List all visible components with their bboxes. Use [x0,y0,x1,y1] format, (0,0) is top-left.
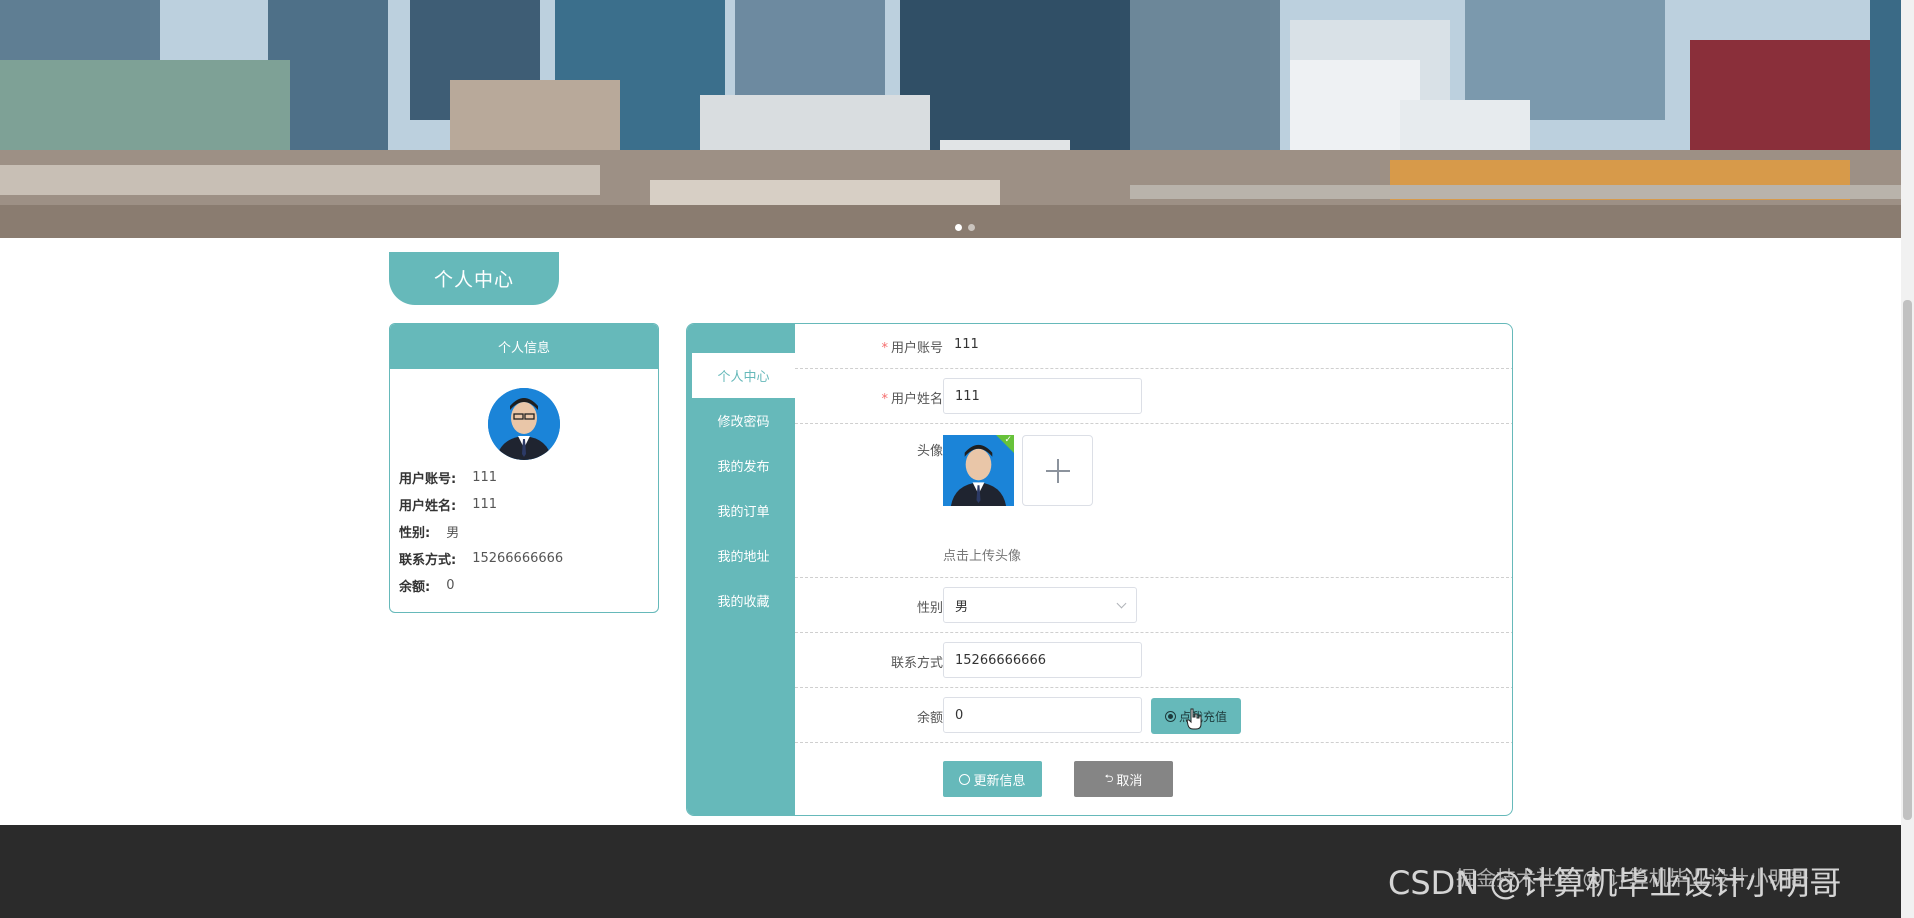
info-label: 用户账号: [399,472,457,487]
required-mark: * [881,392,888,407]
avatar-thumbnail[interactable]: ✓ [943,435,1014,506]
info-row-name: 用户姓名: 111 [399,491,563,518]
check-icon: ✓ [1004,435,1012,445]
menu-item-my-orders[interactable]: 我的订单 [692,488,795,533]
form-label: * 用户姓名 [881,388,943,407]
profile-card: 个人信息 用户账号: 111 用户姓名: 111 性别: 男 联系方式: 152… [389,323,659,613]
required-mark: * [881,341,888,356]
radio-circle-icon [1164,710,1176,722]
info-label: 余额: [399,580,431,595]
update-button-label: 更新信息 [973,773,1026,789]
scrollbar-thumb[interactable] [1903,300,1912,820]
name-input[interactable]: 111 [943,378,1142,414]
hero-banner [0,0,1901,238]
phone-input[interactable]: 15266666666 [943,642,1142,678]
form-row-account: * 用户账号 111 [795,324,1512,369]
upload-avatar-button[interactable] [1022,435,1093,506]
info-row-phone: 联系方式: 15266666666 [399,545,563,572]
page-title: 个人中心 [389,252,559,305]
info-label: 用户姓名: [399,499,457,514]
city-skyline-image [0,0,1901,238]
update-info-button[interactable]: 更新信息 [943,761,1042,797]
back-icon: ⮌ [1104,771,1114,785]
account-value: 111 [954,337,979,352]
form-label: 头像 [916,444,943,459]
upload-tip: 点击上传头像 [943,549,1022,564]
form-row-balance: 余额 0 点我充值 [795,688,1512,743]
avatar [488,388,560,460]
avatar-photo-icon [488,388,560,460]
carousel-dot[interactable] [955,224,962,231]
cancel-button-label: 取消 [1116,773,1143,789]
info-value: 男 [446,526,460,541]
form-label: 性别 [916,601,943,616]
info-row-balance: 余额: 0 [399,572,563,599]
info-row-gender: 性别: 男 [399,518,563,545]
check-circle-icon [959,773,971,785]
juejin-watermark: 掘金技术社区 @ 计算机毕业设计小明哥 [1456,866,1809,890]
form-label: * 用户账号 [881,337,943,356]
form-label: 余额 [916,711,943,726]
carousel-indicator [955,224,975,231]
profile-info-list: 用户账号: 111 用户姓名: 111 性别: 男 联系方式: 15266666… [399,464,563,599]
info-value: 15266666666 [472,551,564,566]
menu-item-change-password[interactable]: 修改密码 [692,398,795,443]
gender-select[interactable]: 男 [943,587,1137,623]
form-row-name: * 用户姓名 111 [795,369,1512,424]
side-menu: 个人中心 修改密码 我的发布 我的订单 我的地址 我的收藏 [687,324,795,815]
hand-cursor-icon [1186,708,1202,730]
menu-item-my-address[interactable]: 我的地址 [692,533,795,578]
info-value: 0 [446,578,455,593]
menu-item-profile[interactable]: 个人中心 [692,353,795,398]
form-row-gender: 性别 男 [795,578,1512,633]
form-row-avatar: 头像 ✓ 点击上传头像 [795,424,1512,578]
info-value: 111 [472,497,498,512]
form-row-phone: 联系方式 15266666666 [795,633,1512,688]
menu-item-my-posts[interactable]: 我的发布 [692,443,795,488]
info-row-account: 用户账号: 111 [399,464,563,491]
plus-icon [1045,458,1070,483]
profile-edit-panel: 个人中心 修改密码 我的发布 我的订单 我的地址 我的收藏 * 用户账号 111 … [686,323,1513,816]
info-label: 联系方式: [399,553,457,568]
info-label: 性别: [399,526,431,541]
balance-input[interactable]: 0 [943,697,1142,733]
profile-card-header: 个人信息 [390,324,658,369]
page-scrollbar[interactable] [1901,0,1914,918]
menu-item-my-favorites[interactable]: 我的收藏 [692,578,795,623]
info-value: 111 [472,470,498,485]
form-label: 联系方式 [890,656,943,671]
gender-select-value: 男 [955,599,969,615]
carousel-dot[interactable] [968,224,975,231]
form-label-text: 用户账号 [890,341,943,356]
cancel-button[interactable]: ⮌ 取消 [1074,761,1173,797]
form-label-text: 用户姓名 [890,392,943,407]
chevron-down-icon [1116,598,1127,608]
